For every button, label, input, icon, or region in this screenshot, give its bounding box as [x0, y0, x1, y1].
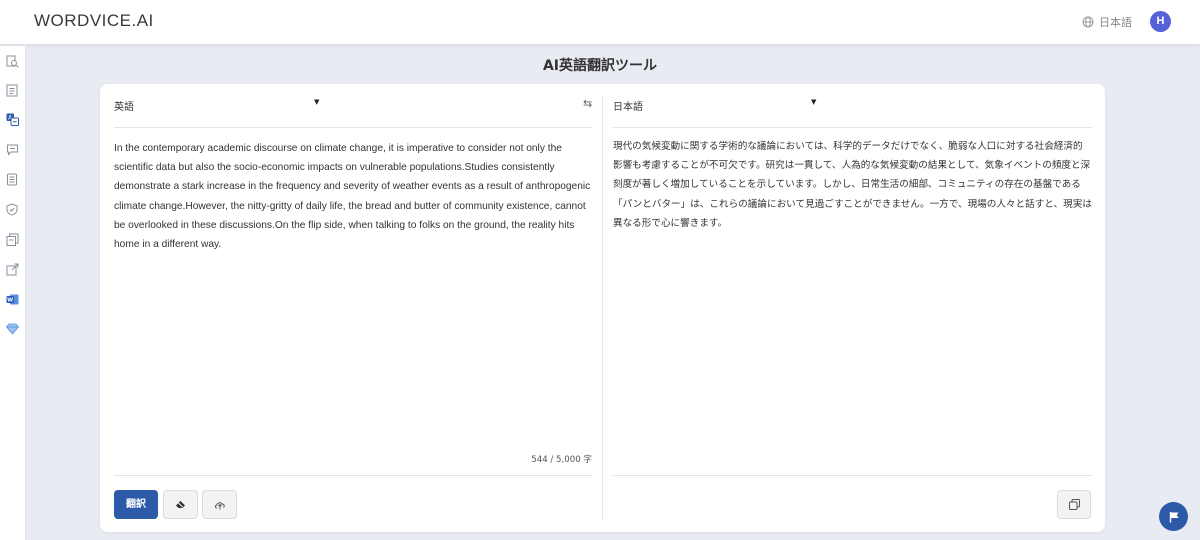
chat-icon[interactable]: [5, 142, 19, 156]
document-list-icon[interactable]: [5, 83, 19, 97]
feedback-button[interactable]: [1159, 502, 1188, 531]
source-language-select[interactable]: 英語 ▼: [114, 98, 320, 114]
word-icon[interactable]: W: [5, 292, 19, 306]
target-language-label: 日本語: [613, 102, 643, 113]
sidebar: A W: [0, 46, 26, 540]
svg-text:W: W: [7, 297, 13, 303]
divider: [114, 475, 592, 476]
flag-icon: [1169, 511, 1178, 522]
cloud-upload-icon: [214, 501, 225, 509]
documents-icon[interactable]: [5, 232, 19, 246]
divider: [114, 127, 592, 128]
upload-button[interactable]: [202, 490, 237, 519]
swap-languages-icon[interactable]: ⇆: [583, 97, 592, 110]
globe-icon: [1082, 16, 1094, 28]
clear-button[interactable]: [163, 490, 198, 519]
logo[interactable]: WORDVICE.AI: [34, 11, 154, 31]
source-text-input[interactable]: In the contemporary academic discourse o…: [114, 139, 592, 254]
translate-button[interactable]: 翻訳: [114, 490, 158, 519]
source-language-label: 英語: [114, 102, 134, 113]
language-label: 日本語: [1099, 16, 1132, 29]
language-switcher[interactable]: 日本語: [1082, 14, 1132, 30]
copy-button[interactable]: [1057, 490, 1091, 519]
diamond-icon[interactable]: [5, 322, 19, 336]
target-language-select[interactable]: 日本語 ▼: [613, 98, 819, 114]
divider: [613, 475, 1092, 476]
avatar[interactable]: H: [1150, 11, 1171, 32]
eraser-icon: [176, 501, 185, 508]
chevron-down-icon: ▼: [314, 98, 320, 106]
character-counter: 544 / 5,000 字: [531, 455, 592, 465]
external-link-icon[interactable]: [5, 262, 19, 276]
translated-text-output: 現代の気候変動に関する学術的な議論においては、科学的データだけでなく、脆弱な人口…: [613, 141, 1092, 229]
translate-icon[interactable]: A: [5, 112, 19, 126]
summary-icon[interactable]: [5, 172, 19, 186]
page-title: AI英語翻訳ツール: [542, 58, 658, 74]
divider: [613, 127, 1092, 128]
translator-card: 英語 ▼ ⇆ In the contemporary academic disc…: [100, 84, 1105, 532]
panel-divider: [602, 96, 603, 520]
shield-icon[interactable]: [5, 202, 19, 216]
top-bar: WORDVICE.AI 日本語 H: [0, 0, 1200, 45]
copy-icon: [1068, 499, 1080, 510]
chevron-down-icon: ▼: [811, 98, 817, 106]
